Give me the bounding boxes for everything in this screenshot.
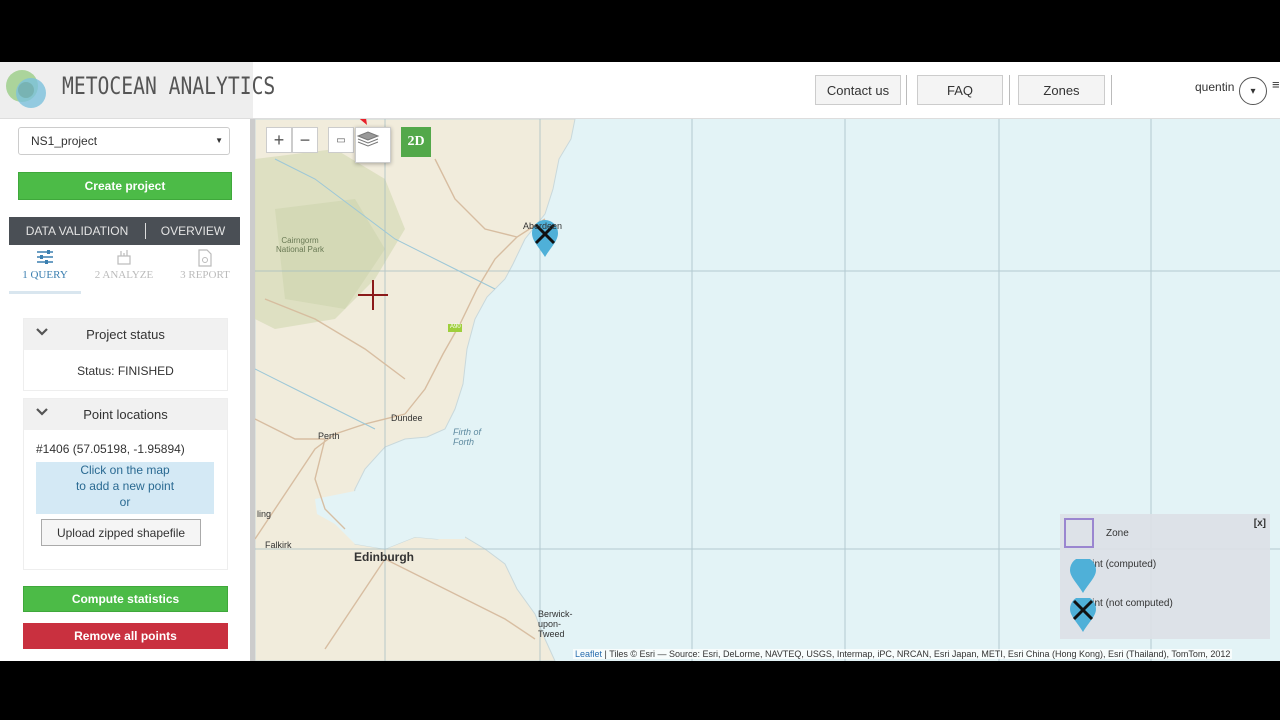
chevron-down-icon bbox=[36, 407, 48, 420]
place-label-perth: Perth bbox=[318, 431, 340, 441]
tabs-bar: DATA VALIDATION OVERVIEW bbox=[9, 217, 240, 245]
hint-line: to add a new point bbox=[75, 479, 175, 493]
tab-overview[interactable]: OVERVIEW bbox=[146, 217, 240, 245]
step-report[interactable]: 3 REPORT bbox=[169, 247, 241, 291]
upload-shapefile-button[interactable]: Upload zipped shapefile bbox=[41, 519, 201, 546]
marker-not-computed-icon bbox=[1070, 598, 1096, 632]
legend-item-not-computed: Point (not computed) bbox=[1070, 598, 1173, 632]
zone-swatch-icon bbox=[1064, 518, 1094, 548]
step-query-label: 1 QUERY bbox=[22, 269, 68, 281]
map-view[interactable]: Aberdeen Cairngorm National Park A90 Dun… bbox=[255, 119, 1280, 661]
status-text: Status: FINISHED bbox=[77, 364, 174, 378]
project-select[interactable]: NS1_project ▼ bbox=[18, 127, 230, 155]
place-label-stirling: ling bbox=[257, 509, 272, 519]
marker-computed-icon bbox=[1070, 559, 1096, 593]
create-project-button[interactable]: Create project bbox=[18, 172, 232, 200]
legend-item-zone: Zone bbox=[1064, 518, 1129, 548]
tab-data-validation[interactable]: DATA VALIDATION bbox=[9, 217, 145, 245]
point-locations-header[interactable]: Point locations bbox=[24, 399, 227, 430]
header-divider bbox=[1111, 75, 1112, 105]
top-header: METOCEAN ANALYTICS Contact us FAQ Zones … bbox=[0, 62, 1280, 119]
zones-button[interactable]: Zones bbox=[1018, 75, 1105, 105]
legend-zone-label: Zone bbox=[1106, 527, 1129, 539]
user-name: quentin bbox=[1195, 80, 1235, 94]
layers-button[interactable] bbox=[355, 127, 391, 163]
place-label-dundee: Dundee bbox=[391, 413, 423, 423]
attribution-text: | Tiles © Esri — Source: Esri, DeLorme, … bbox=[602, 649, 1231, 659]
step-analyze-label: 2 ANALYZE bbox=[94, 269, 154, 281]
chart-icon bbox=[88, 249, 160, 269]
contact-us-button[interactable]: Contact us bbox=[815, 75, 901, 105]
header-divider bbox=[1009, 75, 1010, 105]
sidebar: NS1_project ▼ Create project DATA VALIDA… bbox=[0, 119, 250, 661]
project-status-title: Project status bbox=[86, 327, 165, 342]
zoom-in-button[interactable]: + bbox=[266, 127, 292, 153]
step-report-label: 3 REPORT bbox=[180, 269, 230, 281]
sliders-icon bbox=[9, 249, 81, 269]
compute-statistics-button[interactable]: Compute statistics bbox=[23, 586, 228, 612]
project-status-panel: Project status Status: FINISHED bbox=[23, 318, 228, 391]
logo-mark-icon bbox=[6, 70, 46, 108]
faq-button[interactable]: FAQ bbox=[917, 75, 1003, 105]
project-select-value: NS1_project bbox=[31, 134, 98, 148]
measure-tool-icon[interactable]: ▭ bbox=[328, 127, 354, 153]
place-label-edinburgh: Edinburgh bbox=[354, 550, 414, 564]
toggle-2d-button[interactable]: 2D bbox=[401, 127, 431, 157]
project-status-header[interactable]: Project status bbox=[24, 319, 227, 350]
leaflet-link[interactable]: Leaflet bbox=[575, 649, 602, 659]
point-locations-panel: Point locations #1406 (57.05198, -1.9589… bbox=[23, 398, 228, 570]
chevron-down-icon bbox=[36, 327, 48, 340]
step-query[interactable]: 1 QUERY bbox=[9, 247, 81, 294]
point-locations-title: Point locations bbox=[83, 407, 168, 422]
place-label-berwick: Berwick-upon-Tweed bbox=[538, 609, 573, 639]
more-menu-icon[interactable]: ≡ bbox=[1272, 77, 1280, 92]
add-point-hint: Click on the map to add a new point or bbox=[36, 462, 214, 514]
legend-item-computed: Point (computed) bbox=[1070, 559, 1156, 593]
a90-road-label: A90 bbox=[450, 324, 461, 330]
header-divider bbox=[906, 75, 907, 105]
map-legend: [x] Zone Point (computed) Point (not com… bbox=[1060, 514, 1270, 639]
app-window: METOCEAN ANALYTICS Contact us FAQ Zones … bbox=[0, 62, 1280, 661]
place-label-falkirk: Falkirk bbox=[265, 540, 292, 550]
logo[interactable]: METOCEAN ANALYTICS bbox=[0, 62, 275, 118]
hint-line: or bbox=[119, 495, 131, 509]
user-menu-chevron-icon[interactable]: ▾ bbox=[1239, 77, 1267, 105]
place-label-aberdeen: Aberdeen bbox=[523, 221, 563, 231]
zoom-out-button[interactable]: − bbox=[292, 127, 318, 153]
place-label-firth-of-forth: Firth of Forth bbox=[453, 427, 482, 447]
remove-all-points-button[interactable]: Remove all points bbox=[23, 623, 228, 649]
point-list-item[interactable]: #1406 (57.05198, -1.95894) bbox=[24, 430, 227, 456]
logo-text: METOCEAN ANALYTICS bbox=[62, 72, 276, 100]
map-attribution: Leaflet | Tiles © Esri — Source: Esri, D… bbox=[573, 649, 1233, 659]
legend-close-button[interactable]: [x] bbox=[1254, 518, 1266, 529]
place-label-cairngorm: Cairngorm National Park bbox=[275, 236, 325, 254]
document-icon bbox=[169, 249, 241, 269]
hint-line: Click on the map bbox=[80, 463, 170, 477]
step-analyze[interactable]: 2 ANALYZE bbox=[88, 247, 160, 291]
layers-icon bbox=[356, 131, 380, 147]
dropdown-arrow-icon: ▼ bbox=[215, 136, 223, 145]
